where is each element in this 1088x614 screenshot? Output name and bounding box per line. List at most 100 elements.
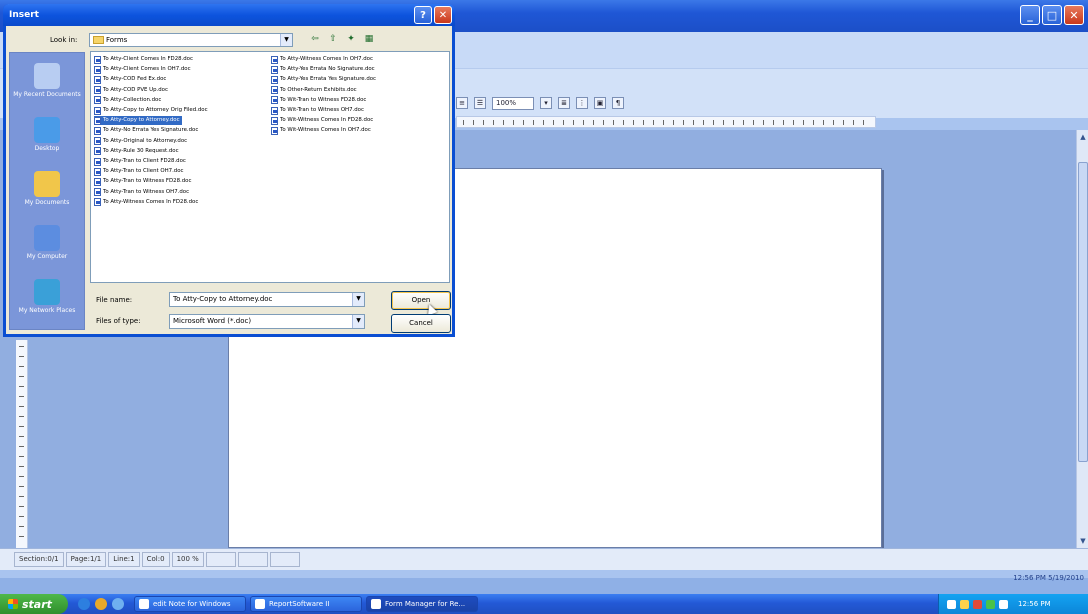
cancel-button[interactable]: Cancel [391,314,451,333]
file-name: To Wit-Witness Comes In FD28.doc [280,117,374,124]
zoom-select[interactable]: 100% [492,96,534,110]
taskbar-item[interactable]: ReportSoftware II [250,596,362,612]
place-desktop[interactable]: Desktop [10,111,84,165]
file-item[interactable]: To Atty-Collection.doc [94,96,163,105]
place-my-documents[interactable]: My Documents [10,165,84,219]
chevron-down-icon[interactable]: ▼ [352,315,364,328]
media-icon[interactable] [95,598,107,610]
vertical-scrollbar[interactable]: ▲ ▼ [1076,130,1088,548]
chevron-down-icon[interactable]: ▼ [280,34,292,46]
file-item[interactable]: To Atty-Yes Errata Yes Signature.doc [271,75,378,84]
pilcrow-icon[interactable]: ¶ [612,97,624,109]
ruler-tick [613,120,614,125]
status-empty [269,552,300,567]
file-item[interactable]: To Atty-Original to Attorney.doc [94,137,189,146]
file-item[interactable]: To Atty-Yes Errata No Signature.doc [271,65,377,74]
file-item[interactable]: To Other-Return Exhibits.doc [271,86,359,95]
file-item[interactable]: To Atty-Client Comes In OH7.doc [94,65,193,74]
file-name: To Atty-Client Comes In FD28.doc [103,56,193,62]
ruler-tick [19,356,24,357]
look-in-label: Look in: [50,36,78,44]
back-icon[interactable]: ⇦ [308,33,322,46]
place-label: My Recent Documents [13,91,81,98]
file-item[interactable]: To Atty-Copy to Attorney.doc [94,116,182,126]
file-item[interactable]: To Wit-Tran to Witness FD28.doc [271,96,368,105]
network-icon[interactable] [947,599,956,609]
app-close-button[interactable]: ✕ [1064,5,1084,25]
ruler-tick [19,496,24,497]
up-folder-icon[interactable]: ⇧ [326,33,340,46]
scroll-up-icon[interactable]: ▲ [1078,132,1088,142]
app-icon [255,599,265,609]
file-item[interactable]: To Atty-No Errata Yes Signature.doc [94,126,200,135]
file-item[interactable]: To Atty-Copy to Attorney Orig Filed.doc [94,106,210,115]
bullet-list-icon[interactable]: ⋮ [576,97,588,109]
place-recent-documents[interactable]: My Recent Documents [10,57,84,111]
view-menu-icon[interactable]: ▦ [362,33,376,46]
ruler-tick [713,120,714,125]
ruler-tick [513,120,514,125]
dialog-title-bar[interactable]: Insert ? ✕ [3,4,455,26]
word-document-icon [94,147,101,156]
browser-icon[interactable] [78,598,90,610]
file-item[interactable]: To Atty-Tran to Client OH7.doc [94,167,185,176]
start-button[interactable]: start [0,594,68,614]
look-in-select[interactable]: Forms ▼ [89,33,293,47]
file-item[interactable]: To Atty-COD PVE Up.doc [94,86,170,95]
chevron-down-icon[interactable]: ▼ [352,293,364,306]
file-item[interactable]: To Atty-Witness Comes In OH7.doc [271,55,375,64]
place-network-places[interactable]: My Network Places [10,273,84,327]
dialog-close-button[interactable]: ✕ [434,6,452,24]
show-desktop-icon[interactable] [112,598,124,610]
recent-documents-icon [34,63,60,89]
scroll-thumb[interactable] [1078,162,1088,462]
word-document-icon [94,177,101,186]
my-computer-icon [34,225,60,251]
file-list[interactable]: To Atty-Client Comes In FD28.doc To Atty-… [90,51,450,283]
file-item[interactable]: To Atty-Tran to Witness OH7.doc [94,188,191,197]
place-my-computer[interactable]: My Computer [10,219,84,273]
help-button[interactable]: ? [414,6,432,24]
ruler-tick [703,120,704,125]
file-item[interactable]: To Wit-Witness Comes In OH7.doc [271,126,373,135]
file-item[interactable]: To Wit-Tran to Witness OH7.doc [271,106,366,115]
taskbar-item[interactable]: edit Note for Windows [134,596,246,612]
file-name: To Atty-COD Fed Ex.doc [103,76,167,83]
file-item[interactable]: To Atty-Tran to Client FD28.doc [94,157,188,166]
volume-icon[interactable] [999,599,1008,609]
word-document-icon [271,96,278,105]
ruler-tick [623,120,624,125]
numbered-list-icon[interactable]: ≣ [558,97,570,109]
file-item[interactable]: To Atty-Client Comes In FD28.doc [94,55,195,64]
ruler-tick [663,120,664,125]
file-name: To Wit-Tran to Witness FD28.doc [280,96,367,103]
new-folder-icon[interactable]: ✦ [344,33,358,46]
open-button[interactable]: Open [391,291,451,310]
taskbar-item-label: edit Note for Windows [153,600,231,608]
file-name-input[interactable]: To Atty-Copy to Attorney.doc ▼ [169,292,365,307]
border-icon[interactable]: ▣ [594,97,606,109]
file-item[interactable]: To Atty-Rule 30 Request.doc [94,147,181,156]
align-icon[interactable]: ≡ [456,97,468,109]
scroll-down-icon[interactable]: ▼ [1078,536,1088,546]
ruler-tick [833,120,834,125]
ruler-tick [19,466,24,467]
update-icon[interactable] [986,599,995,609]
file-name: To Atty-Tran to Witness OH7.doc [103,188,190,195]
ruler-tick [19,446,24,447]
file-item[interactable]: To Wit-Witness Comes In FD28.doc [271,116,375,125]
taskbar-item[interactable]: Form Manager for Re... [366,596,478,612]
taskbar: start edit Note for Windows ReportSoftwa… [0,594,1088,614]
file-name: To Atty-Collection.doc [103,96,162,103]
file-type-select[interactable]: Microsoft Word (*.doc) ▼ [169,314,365,329]
justify-icon[interactable]: ☰ [474,97,486,109]
minimize-button[interactable]: _ [1020,5,1040,25]
file-item[interactable]: To Atty-COD Fed Ex.doc [94,75,168,84]
chevron-down-icon[interactable]: ▾ [540,97,552,109]
security-icon[interactable] [960,599,969,609]
maximize-button[interactable]: □ [1042,5,1062,25]
antivirus-icon[interactable] [973,599,982,609]
ruler-tick [463,120,464,125]
file-item[interactable]: To Atty-Witness Comes In FD28.doc [94,198,200,207]
file-item[interactable]: To Atty-Tran to Witness FD28.doc [94,177,193,186]
